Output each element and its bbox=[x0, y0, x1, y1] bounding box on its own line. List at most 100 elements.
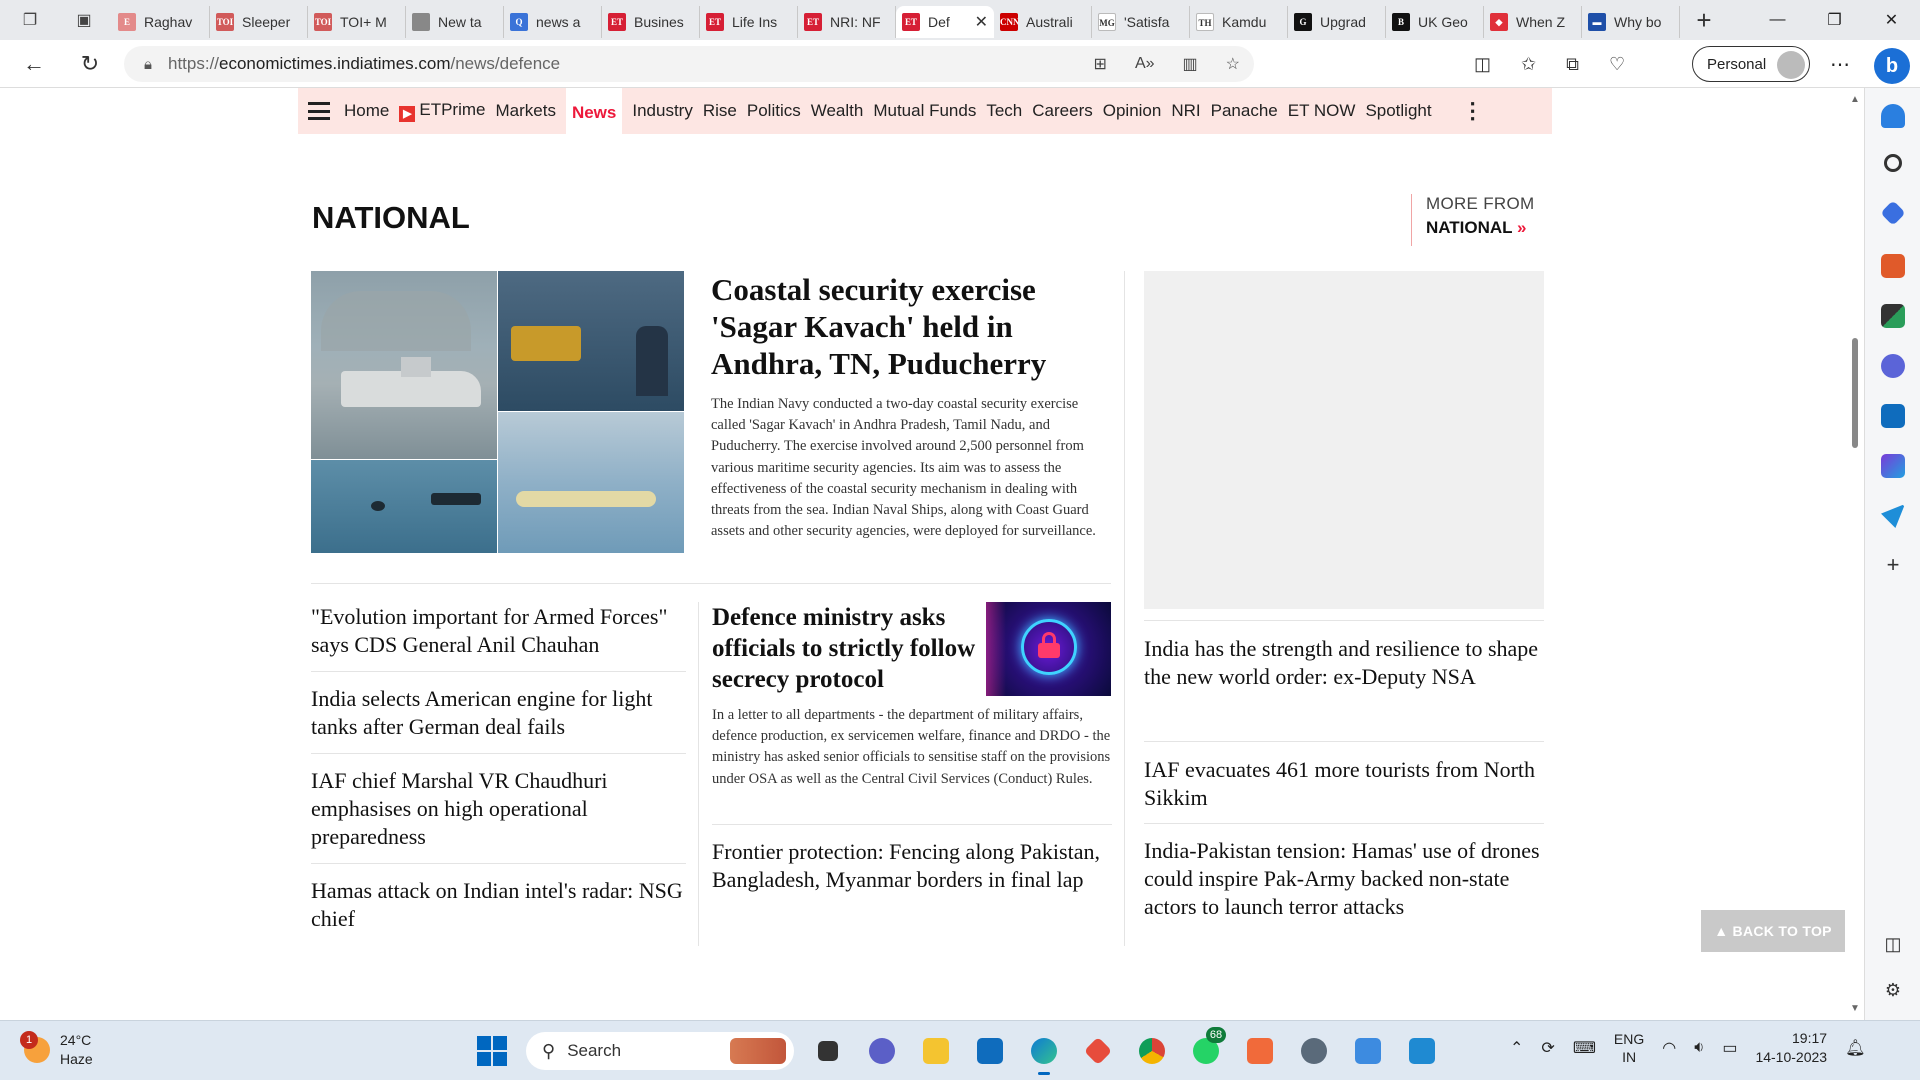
new-tab-button[interactable]: + bbox=[1684, 4, 1724, 36]
nav-item[interactable]: Mutual Funds bbox=[873, 101, 976, 121]
browser-tab[interactable]: MG 'Satisfa bbox=[1092, 6, 1190, 38]
vscode-icon[interactable] bbox=[1402, 1031, 1442, 1071]
menu-icon[interactable] bbox=[308, 102, 330, 120]
browser-tab[interactable]: ET Life Ins bbox=[700, 6, 798, 38]
nav-item[interactable]: Panache bbox=[1211, 101, 1278, 121]
nav-item[interactable]: Spotlight bbox=[1365, 101, 1431, 121]
browser-tab[interactable]: ◆ When Z bbox=[1484, 6, 1582, 38]
immersive-reader-icon[interactable]: ▥ bbox=[1183, 54, 1198, 74]
browser-tab[interactable]: ET Busines bbox=[602, 6, 700, 38]
tab-actions-icon[interactable]: ▣ bbox=[74, 10, 94, 30]
outlook-icon[interactable] bbox=[1881, 404, 1905, 428]
back-to-top-button[interactable]: ▲ BACK TO TOP bbox=[1701, 910, 1845, 952]
split-screen-icon[interactable]: ◫ bbox=[1474, 54, 1491, 75]
browser-tab-active[interactable]: ET Def ✕ bbox=[896, 6, 994, 38]
taskbar-search[interactable]: ⚲ Search bbox=[526, 1032, 794, 1070]
nav-item[interactable]: Markets bbox=[495, 101, 555, 121]
chevron-up-icon[interactable]: ⌃ bbox=[1510, 1038, 1523, 1058]
windows-start-icon[interactable] bbox=[472, 1031, 512, 1071]
mail-icon[interactable] bbox=[970, 1031, 1010, 1071]
refresh-button[interactable]: ↻ bbox=[72, 46, 108, 82]
whatsapp-icon[interactable]: 68 bbox=[1186, 1027, 1226, 1071]
language-indicator[interactable]: ENG IN bbox=[1614, 1030, 1644, 1066]
story-link[interactable]: "Evolution important for Armed Forces" s… bbox=[311, 603, 686, 659]
favorites-icon[interactable]: ✩ bbox=[1521, 54, 1536, 75]
scrollbar-thumb[interactable] bbox=[1852, 338, 1858, 448]
browser-tab[interactable]: ET NRI: NF bbox=[798, 6, 896, 38]
back-button[interactable]: ← bbox=[16, 46, 52, 82]
nav-item[interactable]: Rise bbox=[703, 101, 737, 121]
games-icon[interactable] bbox=[1881, 304, 1905, 328]
search-icon[interactable] bbox=[1884, 154, 1902, 172]
nav-item[interactable]: ET NOW bbox=[1288, 101, 1356, 121]
secondary-story-image[interactable] bbox=[986, 602, 1111, 696]
restore-button[interactable]: ❐ bbox=[1806, 0, 1863, 40]
microsoft-365-icon[interactable] bbox=[1881, 354, 1905, 378]
file-explorer-icon[interactable] bbox=[916, 1031, 956, 1071]
profile-button[interactable]: Personal bbox=[1692, 46, 1810, 82]
browser-tab[interactable]: E Raghav bbox=[112, 6, 210, 38]
story-link[interactable]: IAF evacuates 461 more tourists from Nor… bbox=[1144, 756, 1544, 812]
workspaces-icon[interactable]: ❐ bbox=[20, 10, 40, 30]
nav-item[interactable]: News bbox=[565, 88, 623, 134]
browser-tab[interactable]: B UK Geo bbox=[1386, 6, 1484, 38]
browser-tab[interactable]: G Upgrad bbox=[1288, 6, 1386, 38]
wifi-icon[interactable]: ◠ bbox=[1662, 1038, 1676, 1058]
volume-icon[interactable]: 🔉︎ bbox=[1694, 1039, 1704, 1057]
notepad-icon[interactable] bbox=[1348, 1031, 1388, 1071]
browser-tab[interactable]: TOI Sleeper bbox=[210, 6, 308, 38]
sidebar-settings-icon[interactable]: ⚙ bbox=[1881, 980, 1905, 1004]
nav-item[interactable]: Home bbox=[344, 101, 389, 121]
more-from-link[interactable]: MORE FROM NATIONAL » bbox=[1411, 194, 1534, 246]
browser-tab[interactable]: CNN Australi bbox=[994, 6, 1092, 38]
settings-more-icon[interactable]: ⋯ bbox=[1826, 46, 1854, 82]
story-link[interactable]: India selects American engine for light … bbox=[311, 685, 686, 741]
lead-story-headline[interactable]: Coastal security exercise 'Sagar Kavach'… bbox=[711, 271, 1121, 382]
weather-widget[interactable]: 1 24°C Haze bbox=[20, 1031, 93, 1069]
more-vertical-icon[interactable]: ⋮ bbox=[1462, 98, 1484, 124]
apps-icon[interactable]: ⊞ bbox=[1094, 54, 1107, 74]
add-icon[interactable]: + bbox=[1881, 552, 1905, 577]
designer-icon[interactable] bbox=[1881, 454, 1905, 478]
close-tab-icon[interactable]: ✕ bbox=[975, 12, 988, 32]
nav-item[interactable]: Wealth bbox=[811, 101, 864, 121]
story-link[interactable]: India has the strength and resilience to… bbox=[1144, 635, 1544, 691]
drop-send-icon[interactable] bbox=[1881, 504, 1905, 528]
collections-icon[interactable]: ⧉ bbox=[1566, 54, 1579, 75]
clock[interactable]: 19:17 14-10-2023 bbox=[1755, 1029, 1827, 1067]
story-link[interactable]: Frontier protection: Fencing along Pakis… bbox=[712, 838, 1117, 894]
browser-tab[interactable]: ▬ Why bo bbox=[1582, 6, 1680, 38]
sync-icon[interactable]: ⟳ bbox=[1541, 1038, 1554, 1058]
lead-story-image[interactable] bbox=[311, 271, 684, 553]
notifications-icon[interactable]: 🔔︎ bbox=[1845, 1038, 1865, 1058]
teams-chat-icon[interactable] bbox=[862, 1031, 902, 1071]
chrome-icon[interactable] bbox=[1132, 1031, 1172, 1071]
url-field[interactable]: 🔒︎ https://economictimes.indiatimes.com/… bbox=[124, 46, 1254, 82]
browser-tab[interactable]: TOI TOI+ M bbox=[308, 6, 406, 38]
battery-icon[interactable]: ▭ bbox=[1722, 1038, 1737, 1058]
shopping-tag-icon[interactable] bbox=[1880, 200, 1906, 226]
favorite-star-icon[interactable]: ☆ bbox=[1226, 54, 1240, 74]
read-aloud-icon[interactable]: A» bbox=[1135, 55, 1155, 73]
story-link[interactable]: India-Pakistan tension: Hamas' use of dr… bbox=[1144, 837, 1544, 921]
bing-copilot-icon[interactable]: b bbox=[1874, 48, 1910, 84]
nav-item[interactable]: Tech bbox=[986, 101, 1022, 121]
nav-item[interactable]: Politics bbox=[747, 101, 801, 121]
lock-icon[interactable]: 🔒︎ bbox=[144, 56, 152, 73]
keyboard-icon[interactable]: ⌨ bbox=[1573, 1038, 1596, 1058]
bell-icon[interactable] bbox=[1881, 104, 1905, 128]
task-view-icon[interactable] bbox=[808, 1031, 848, 1071]
toolbox-icon[interactable] bbox=[1881, 254, 1905, 278]
browser-tab[interactable]: Qnews a bbox=[504, 6, 602, 38]
secondary-story-headline[interactable]: Defence ministry asks officials to stric… bbox=[712, 602, 982, 695]
browser-tab[interactable]: New ta bbox=[406, 6, 504, 38]
settings-icon[interactable] bbox=[1294, 1031, 1334, 1071]
hide-sidebar-icon[interactable]: ◫ bbox=[1881, 934, 1905, 958]
scroll-down-arrow-icon[interactable]: ▼ bbox=[1850, 1003, 1860, 1014]
story-link[interactable]: IAF chief Marshal VR Chaudhuri emphasise… bbox=[311, 767, 686, 851]
page-scrollbar[interactable]: ▲ ▼ bbox=[1846, 88, 1864, 1020]
nav-item[interactable]: Careers bbox=[1032, 101, 1092, 121]
close-window-button[interactable]: ✕ bbox=[1863, 0, 1920, 40]
edge-icon[interactable] bbox=[1024, 1031, 1064, 1075]
office-app-icon[interactable] bbox=[1078, 1031, 1118, 1071]
